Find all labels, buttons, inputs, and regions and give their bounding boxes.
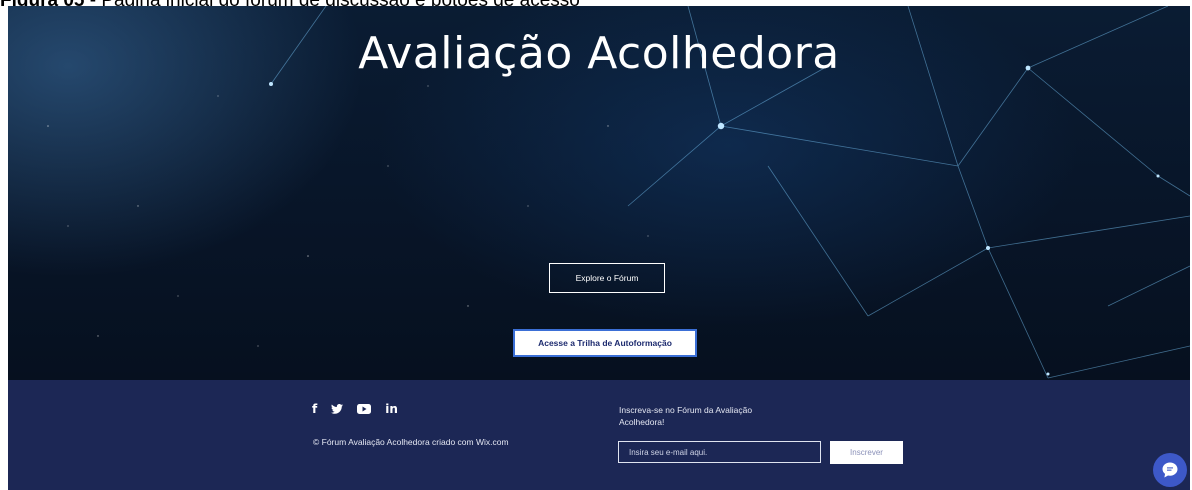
copyright-text: © Fórum Avaliação Acolhedora criado com … [313,437,509,447]
youtube-icon[interactable] [357,404,372,414]
social-links: f in [312,402,398,416]
twitter-icon[interactable] [331,404,344,414]
subscribe-button[interactable]: Inscrever [830,441,903,464]
chat-button[interactable] [1153,453,1187,487]
email-input[interactable] [618,441,821,463]
self-training-trail-button[interactable]: Acesse a Trilha de Autoformação [513,329,697,357]
linkedin-icon[interactable]: in [385,402,398,416]
hero-banner: Avaliação Acolhedora Explore o Fórum Ace… [8,6,1190,380]
facebook-icon[interactable]: f [312,402,317,416]
footer: f in © Fórum Avaliação Acolhedora criado… [8,380,1190,490]
explore-forum-button[interactable]: Explore o Fórum [549,263,665,293]
subscribe-prompt: Inscreva-se no Fórum da Avaliação Acolhe… [619,405,753,427]
chat-icon [1162,462,1178,478]
page-title: Avaliação Acolhedora [358,28,840,79]
